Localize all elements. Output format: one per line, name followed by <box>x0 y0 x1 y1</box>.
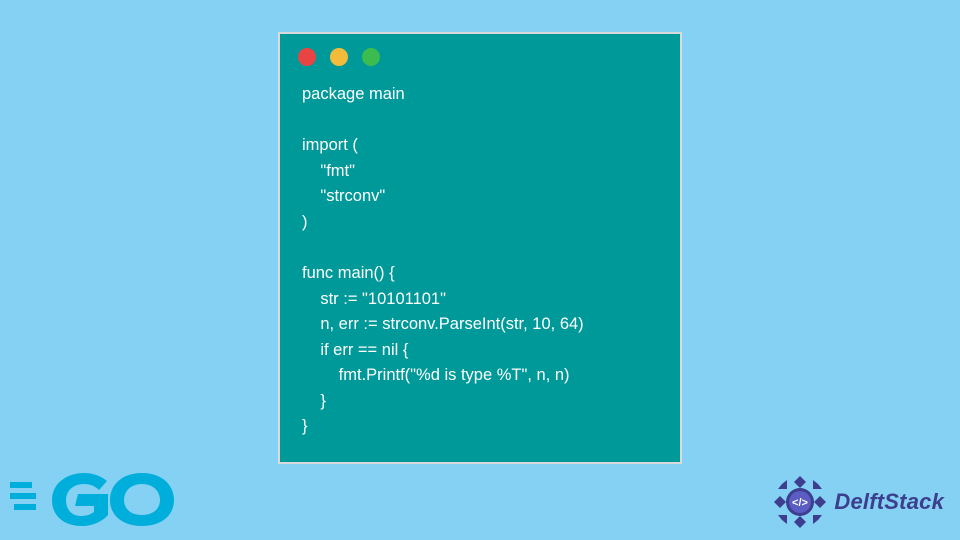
delftstack-emblem-icon: </> <box>772 474 828 530</box>
code-window: package main import ( "fmt" "strconv" ) … <box>278 32 682 464</box>
minimize-dot-icon <box>330 48 348 66</box>
delftstack-logo: </> DelftStack <box>772 474 944 530</box>
window-titlebar <box>280 34 680 72</box>
go-logo-icon <box>10 460 180 530</box>
svg-text:</>: </> <box>792 497 808 509</box>
maximize-dot-icon <box>362 48 380 66</box>
delftstack-text: DelftStack <box>834 489 944 515</box>
close-dot-icon <box>298 48 316 66</box>
code-block: package main import ( "fmt" "strconv" ) … <box>280 72 680 460</box>
